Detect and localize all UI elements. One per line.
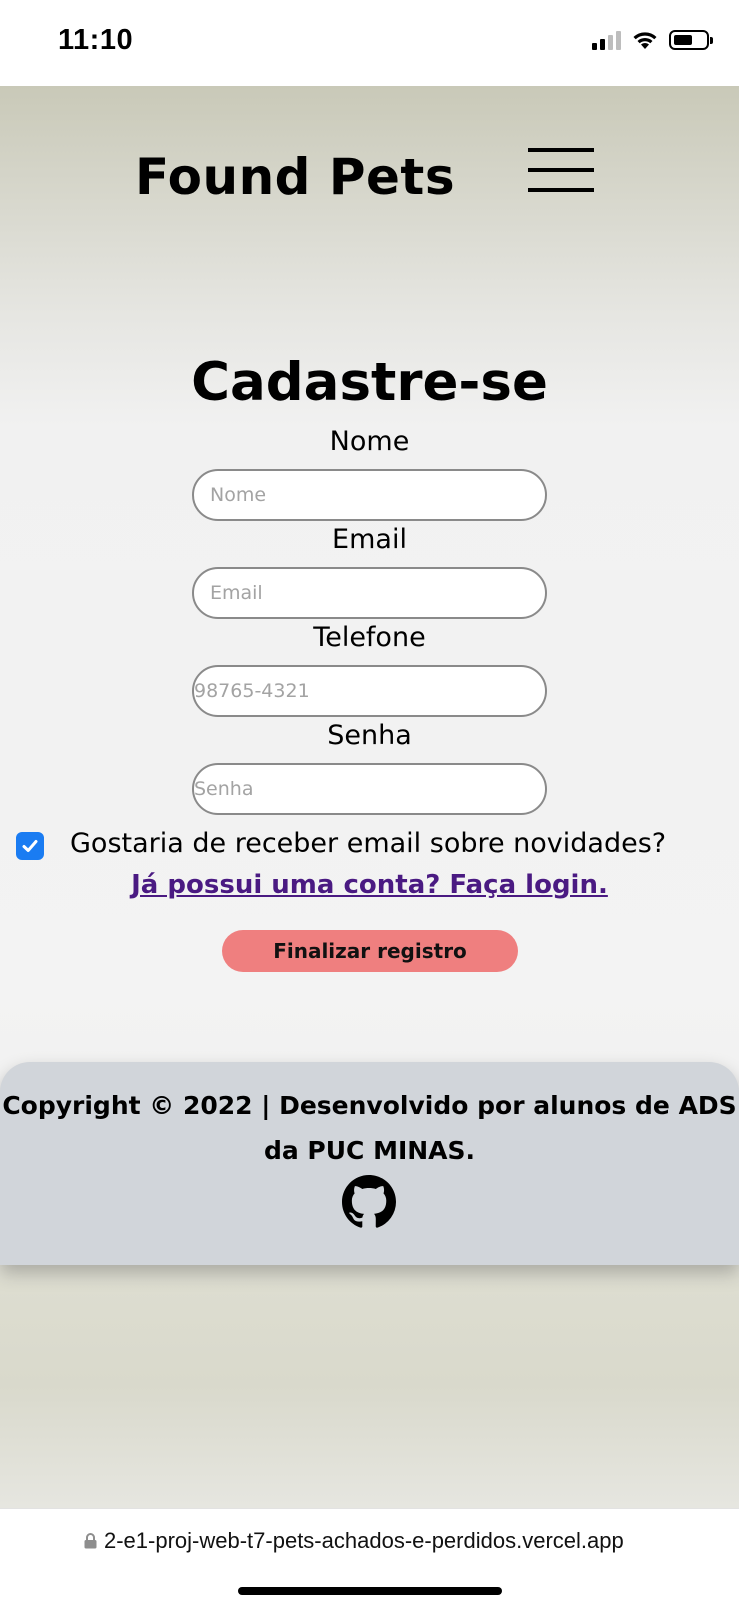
form-title: Cadastre-se: [191, 352, 548, 413]
email-input[interactable]: [192, 567, 547, 619]
password-input[interactable]: [192, 763, 547, 815]
phone-label: Telefone: [313, 622, 426, 653]
newsletter-label: Gostaria de receber email sobre novidade…: [70, 828, 667, 859]
status-bar: 11:10: [0, 0, 739, 86]
cellular-signal-icon: [592, 30, 621, 50]
copyright-text: Copyright © 2022 | Desenvolvido por alun…: [2, 1091, 737, 1120]
login-link[interactable]: Já possui uma conta? Faça login.: [0, 870, 739, 900]
name-label: Nome: [329, 426, 410, 457]
email-label: Email: [332, 524, 407, 555]
name-input[interactable]: [192, 469, 547, 521]
github-icon[interactable]: [342, 1175, 396, 1229]
home-indicator[interactable]: [238, 1587, 502, 1595]
lock-icon: [84, 1533, 97, 1549]
hamburger-menu-icon[interactable]: [528, 148, 594, 194]
status-time: 11:10: [58, 24, 134, 56]
wifi-icon: [633, 32, 657, 49]
submit-button[interactable]: Finalizar registro: [222, 930, 518, 972]
battery-icon: [669, 30, 713, 50]
phone-input[interactable]: [192, 665, 547, 717]
copyright-text-line2: da PUC MINAS.: [263, 1136, 476, 1165]
browser-url-bar[interactable]: 2-e1-proj-web-t7-pets-achados-e-perdidos…: [0, 1508, 739, 1601]
footer: Copyright © 2022 | Desenvolvido por alun…: [0, 1062, 739, 1265]
brand-title: Found Pets: [135, 148, 456, 206]
page: Found Pets Cadastre-se Nome Email Telefo…: [0, 86, 739, 1508]
url-text: 2-e1-proj-web-t7-pets-achados-e-perdidos…: [104, 1528, 624, 1553]
password-label: Senha: [327, 720, 412, 751]
checkmark-icon: [22, 840, 38, 852]
status-icons: [592, 30, 713, 50]
newsletter-checkbox[interactable]: [16, 832, 44, 860]
